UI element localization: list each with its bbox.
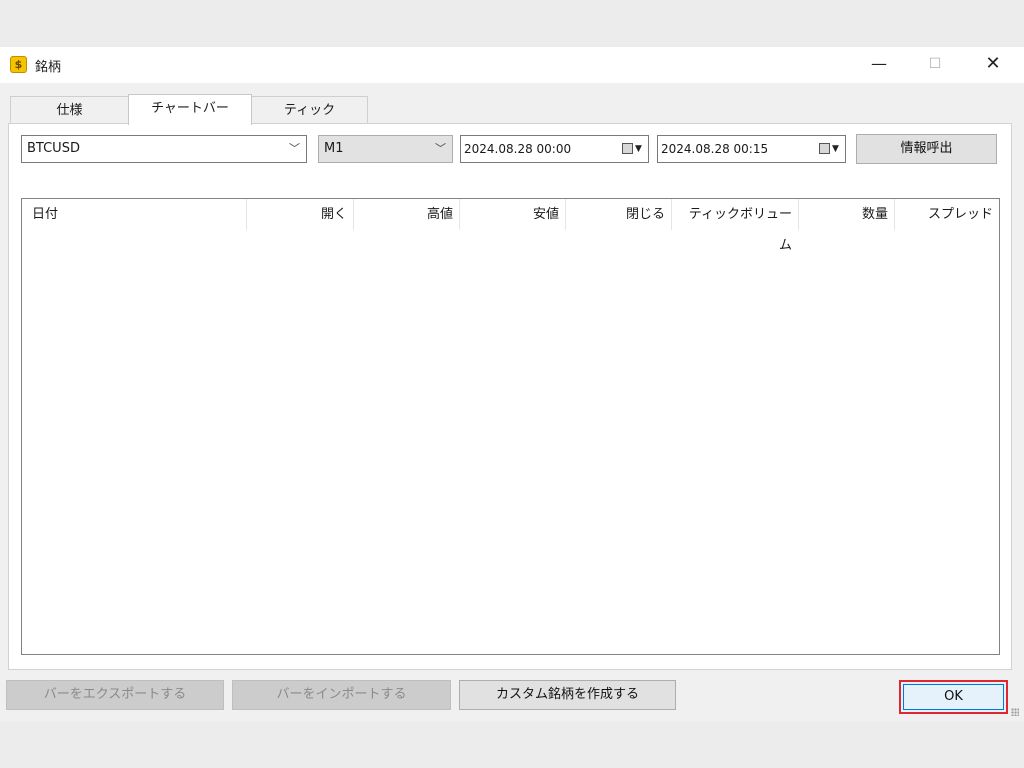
column-header-date[interactable]: 日付 xyxy=(22,199,247,230)
column-header-close[interactable]: 閉じる xyxy=(566,199,672,230)
tab-chart-bars[interactable]: チャートバー xyxy=(128,94,252,125)
column-header-open[interactable]: 開く xyxy=(247,199,354,230)
ok-button[interactable]: OK xyxy=(899,680,1008,714)
date-from-picker[interactable]: 2024.08.28 00:00 ▼ xyxy=(460,135,649,163)
chevron-down-icon: ﹀ xyxy=(435,142,446,155)
column-header-tick-volume[interactable]: ティックボリューム xyxy=(672,199,799,253)
close-button[interactable]: ✕ xyxy=(970,47,1016,83)
timeframe-select[interactable]: M1 ﹀ xyxy=(318,135,453,163)
column-header-volume[interactable]: 数量 xyxy=(799,199,895,230)
date-to-value: 2024.08.28 00:15 xyxy=(661,142,769,156)
import-bars-button[interactable]: バーをインポートする xyxy=(232,680,451,710)
resize-grip-icon[interactable] xyxy=(1011,708,1019,716)
symbol-select[interactable]: BTCUSD ﹀ xyxy=(21,135,307,163)
column-header-spread[interactable]: スプレッド xyxy=(895,199,999,230)
request-button[interactable]: 情報呼出 xyxy=(856,134,997,164)
dollar-icon: $ xyxy=(10,56,27,73)
window-title: 銘柄 xyxy=(35,60,62,75)
minimize-button[interactable]: — xyxy=(856,47,902,83)
column-header-high[interactable]: 高値 xyxy=(354,199,460,230)
title-bar: $ 銘柄 — ☐ ✕ xyxy=(0,47,1024,83)
timeframe-value: M1 xyxy=(324,141,344,156)
calendar-icon[interactable]: ▼ xyxy=(819,142,841,156)
column-header-low[interactable]: 安値 xyxy=(460,199,566,230)
chevron-down-icon: ﹀ xyxy=(289,142,300,155)
create-custom-symbol-button[interactable]: カスタム銘柄を作成する xyxy=(459,680,676,710)
bars-table[interactable]: 日付 開く 高値 安値 閉じる ティックボリューム 数量 スプレッド xyxy=(21,198,1000,655)
tab-specification[interactable]: 仕様 xyxy=(10,96,129,125)
focus-outline xyxy=(903,684,1004,710)
date-to-picker[interactable]: 2024.08.28 00:15 ▼ xyxy=(657,135,846,163)
tab-ticks[interactable]: ティック xyxy=(251,96,368,125)
symbol-value: BTCUSD xyxy=(27,141,80,156)
date-from-value: 2024.08.28 00:00 xyxy=(464,142,572,156)
calendar-icon[interactable]: ▼ xyxy=(622,142,644,156)
export-bars-button[interactable]: バーをエクスポートする xyxy=(6,680,224,710)
maximize-button[interactable]: ☐ xyxy=(912,47,958,83)
